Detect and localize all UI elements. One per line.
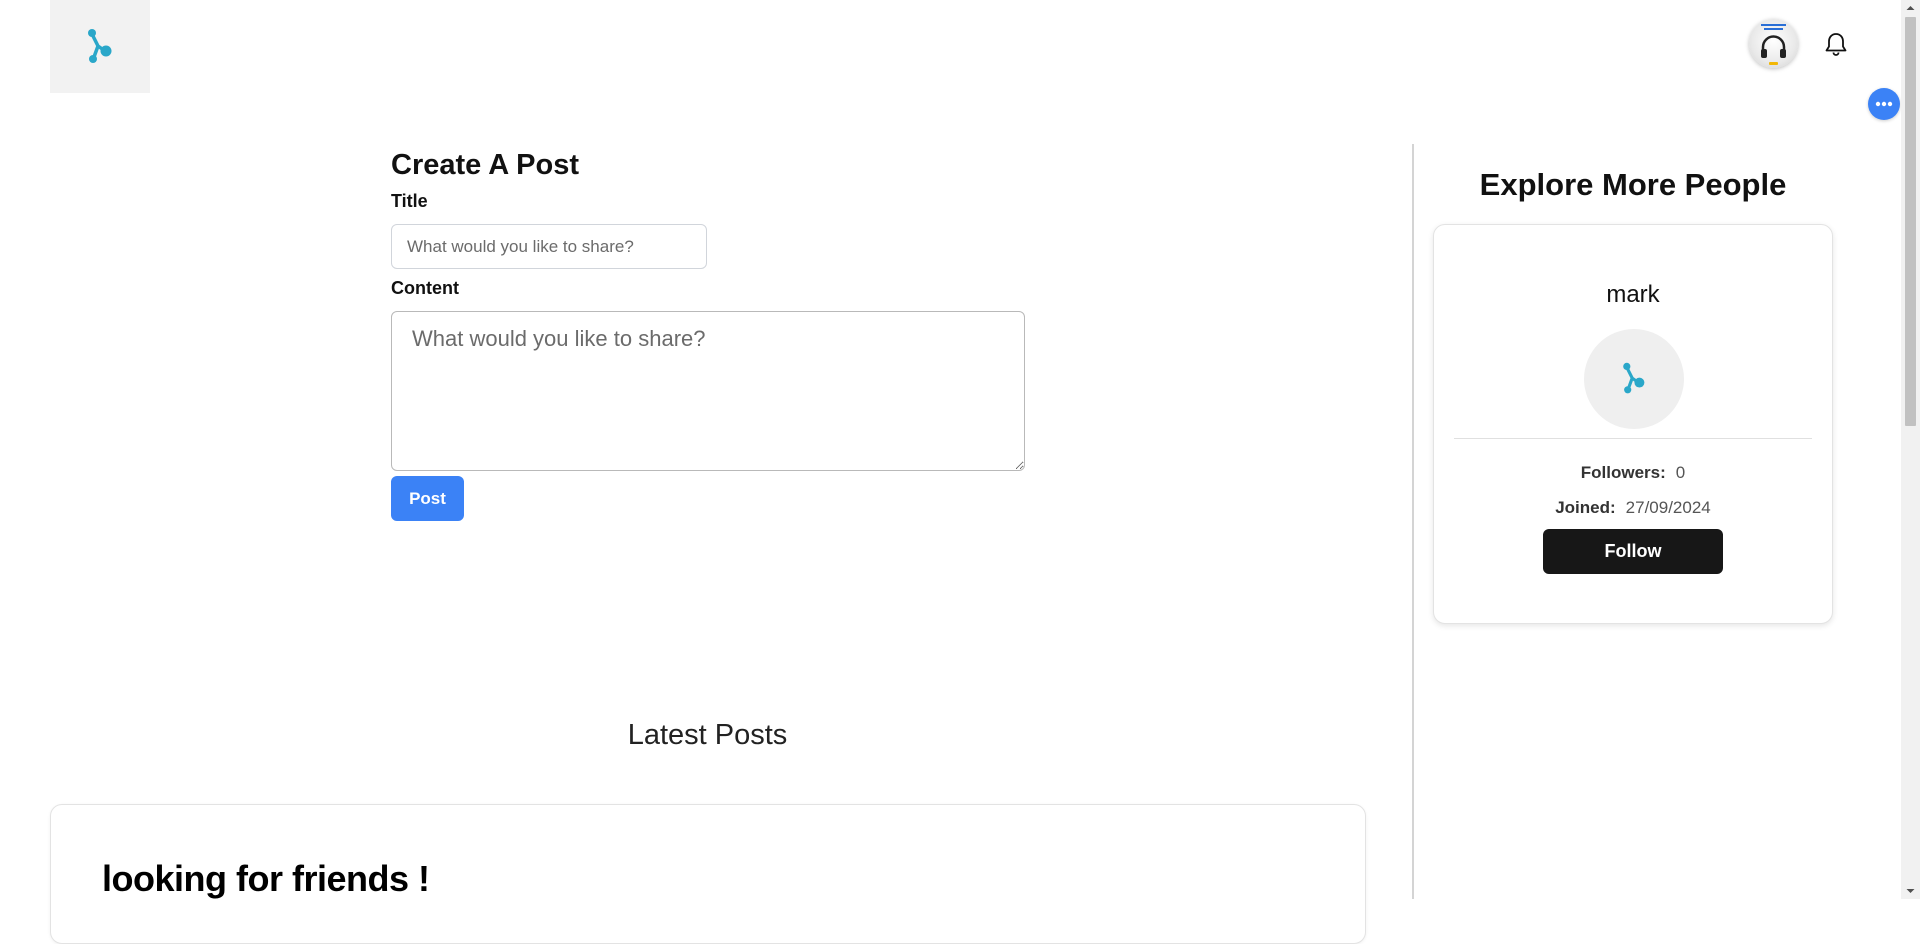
followers-count: 0 [1675, 463, 1686, 482]
headphones-avatar-icon [1761, 24, 1786, 65]
person-avatar[interactable] [1584, 329, 1684, 429]
app-logo-icon [88, 28, 112, 63]
post-content-textarea[interactable] [391, 311, 1025, 471]
chat-button[interactable] [1868, 88, 1900, 120]
scroll-down-arrow-icon[interactable] [1901, 882, 1920, 899]
bell-icon [1825, 33, 1847, 56]
post-title-input[interactable] [391, 224, 707, 269]
column-divider [1412, 144, 1414, 899]
notifications-button[interactable] [1824, 31, 1848, 57]
card-divider [1454, 438, 1812, 439]
person-card: mark Followers: 0 Joined: 27/09/2024 Follo… [1433, 224, 1833, 624]
followers-row: Followers: 0 [1434, 462, 1832, 484]
person-name[interactable]: mark [1434, 280, 1832, 310]
user-avatar[interactable] [1749, 19, 1798, 68]
joined-row: Joined: 27/09/2024 [1434, 497, 1832, 519]
app-logo-icon [1623, 362, 1645, 394]
create-post-heading: Create A Post [391, 149, 580, 181]
latest-posts-heading: Latest Posts [627, 719, 788, 751]
content-label: Content [391, 278, 459, 298]
joined-label: Joined: [1555, 498, 1616, 517]
post-title: looking for friends ! [102, 858, 430, 899]
page-scrollbar[interactable] [1901, 0, 1920, 899]
create-post-form: Create A Post Title Content Post [391, 144, 1025, 521]
explore-heading: Explore More People [1479, 167, 1787, 202]
post-button[interactable]: Post [391, 476, 464, 521]
scroll-up-arrow-icon[interactable] [1901, 0, 1920, 17]
follow-button[interactable]: Follow [1543, 529, 1723, 574]
title-label: Title [391, 191, 428, 211]
joined-date: 27/09/2024 [1625, 498, 1711, 517]
scrollbar-thumb[interactable] [1905, 17, 1916, 426]
chat-dots-icon [1875, 101, 1893, 107]
followers-label: Followers: [1580, 463, 1666, 482]
post-card[interactable]: looking for friends ! [50, 804, 1366, 944]
app-logo[interactable] [50, 0, 150, 93]
